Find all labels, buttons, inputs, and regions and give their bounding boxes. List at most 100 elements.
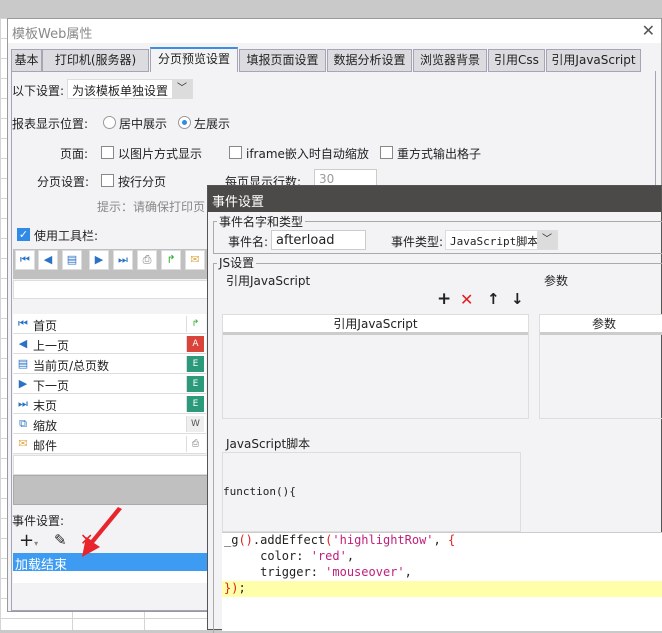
move-up-icon[interactable]: ↑ (487, 290, 500, 308)
export-icon[interactable]: ↱ (161, 250, 181, 270)
code-token: ; (238, 581, 246, 595)
list-item[interactable]: ⏭ 末页 E (13, 394, 206, 414)
item-label: 缩放 (33, 419, 58, 433)
tab-pagination-preview[interactable]: 分页预览设置 (150, 47, 238, 72)
code-token: }) (224, 581, 239, 595)
tab-browser-bg[interactable]: 浏览器背景 (413, 49, 487, 72)
list-blank-row (13, 455, 208, 475)
red-arrow-annotation (82, 507, 122, 557)
excel-icon: E (186, 356, 204, 372)
list-item[interactable]: ▶ 下一页 E (13, 374, 206, 394)
params-table: 参数 (539, 314, 662, 419)
tab-basic[interactable]: 基本 (11, 49, 42, 72)
code-token: , (346, 549, 355, 563)
tab-ref-js[interactable]: 引用JavaScript (546, 49, 641, 72)
code-token: trigger: (224, 565, 326, 579)
iframe-zoom-label: iframe嵌入时自动缩放 (246, 147, 369, 161)
function-header: function(){ (223, 485, 296, 498)
code-token: , (404, 565, 412, 579)
event-settings-label: 事件设置: (12, 514, 65, 528)
radio-center[interactable] (103, 116, 116, 129)
zoom-icon: ⧉ (19, 417, 27, 430)
list-item[interactable]: ⏮ 首页 ↱ (13, 314, 206, 334)
list-item[interactable]: ◀ 上一页 A (13, 334, 206, 354)
radio-left[interactable] (178, 116, 191, 129)
first-page-icon: ⏮ (18, 317, 28, 330)
event-type-value: JavaScript脚本 (450, 235, 539, 248)
code-token: 'mouseover' (325, 565, 405, 579)
name-type-legend: 事件名字和类型 (217, 213, 306, 230)
excel-icon: E (186, 376, 204, 392)
code-token: { (448, 533, 456, 547)
next-page-icon: ▶ (18, 377, 28, 390)
toolbar-blank-row (13, 280, 208, 299)
list-item[interactable]: ✉ 邮件 ⎙ (13, 434, 206, 454)
code-token: () (238, 533, 253, 547)
output-grid-label: 重方式输出格子 (397, 147, 482, 161)
output-grid-checkbox[interactable] (380, 146, 393, 159)
pdf-icon: A (186, 336, 204, 352)
last-page-icon[interactable]: ⏭ (113, 250, 133, 270)
list-item[interactable]: ⧉ 缩放 W (13, 414, 206, 434)
tab-ref-css[interactable]: 引用Css (488, 49, 545, 72)
move-down-icon[interactable]: ↓ (511, 290, 524, 308)
ref-js-table: 引用JavaScript (222, 314, 529, 419)
tab-fill-page[interactable]: 填报页面设置 (239, 49, 326, 72)
page-count-icon[interactable]: ▤ (62, 250, 82, 270)
prev-page-icon[interactable]: ◀ (38, 250, 58, 270)
item-label: 首页 (33, 319, 58, 333)
event-name-input[interactable]: afterload (271, 230, 366, 250)
chevron-down-icon: ﹀ (172, 80, 192, 98)
last-page-icon: ⏭ (18, 397, 28, 410)
iframe-zoom-checkbox[interactable] (229, 146, 242, 159)
word-icon: W (186, 416, 204, 432)
item-label: 上一页 (33, 339, 70, 353)
row-paging-checkbox[interactable] (101, 174, 114, 187)
row-paging-label: 按行分页 (118, 175, 167, 189)
paging-label: 分页设置: (37, 175, 90, 189)
chevron-down-icon: ﹀ (537, 231, 557, 249)
mail-icon: ✉ (18, 437, 28, 450)
code-token: _g (224, 533, 239, 547)
code-token: 'highlightRow' (332, 533, 434, 547)
code-token: color: (224, 549, 311, 563)
params-header[interactable]: 参数 (540, 315, 662, 335)
code-editor[interactable]: _g().addEffect('highlightRow', { color: … (222, 532, 662, 631)
settings-select[interactable]: 为该模板单独设置 ﹀ (67, 79, 193, 99)
next-page-icon[interactable]: ▶ (89, 250, 109, 270)
script-label: JavaScript脚本 (224, 435, 313, 452)
settings-value: 为该模板单独设置 (72, 84, 169, 98)
js-settings-legend: JS设置 (217, 254, 257, 271)
event-settings-dialog: 事件设置 事件名字和类型 事件名: afterload 事件类型: JavaSc… (207, 185, 662, 633)
code-token: , (433, 533, 448, 547)
first-page-icon[interactable]: ⏮ (15, 250, 35, 270)
edit-event-icon[interactable]: ✎ (54, 531, 67, 549)
add-event-icon[interactable]: +▾ (19, 530, 38, 551)
event-type-select[interactable]: JavaScript脚本 ﹀ (445, 230, 558, 250)
prev-page-icon: ◀ (18, 337, 28, 350)
use-toolbar-checkbox[interactable]: ✓ (17, 228, 30, 241)
event-type-label: 事件类型: (391, 235, 444, 249)
image-display-label: 以图片方式显示 (118, 147, 203, 161)
close-icon[interactable]: ✕ (642, 21, 655, 40)
print-icon[interactable]: ⎙ (137, 250, 157, 270)
tab-data-analysis[interactable]: 数据分析设置 (327, 49, 412, 72)
radio-center-label: 居中展示 (119, 117, 168, 131)
item-label: 当前页/总页数 (33, 359, 110, 373)
export-icon: ↱ (186, 316, 204, 332)
image-display-checkbox[interactable] (101, 146, 114, 159)
settings-label: 以下设置: (12, 84, 65, 98)
function-header-area: function(){ (222, 452, 521, 532)
event-dialog-title: 事件设置 (208, 186, 661, 212)
tab-printer[interactable]: 打印机(服务器) (42, 49, 149, 72)
ref-js-header[interactable]: 引用JavaScript (223, 315, 528, 335)
dialog-title: 模板Web属性 (8, 19, 661, 43)
list-item[interactable]: ▤ 当前页/总页数 E (13, 354, 206, 374)
code-token: 'red' (310, 549, 347, 563)
item-label: 末页 (33, 399, 58, 413)
delete-icon[interactable]: ✕ (460, 290, 473, 309)
toolbar-preview-bar (13, 475, 208, 505)
add-icon[interactable]: + (437, 289, 451, 309)
mail-icon[interactable]: ✉ (185, 250, 205, 270)
ref-js-label: 引用JavaScript (224, 272, 313, 289)
